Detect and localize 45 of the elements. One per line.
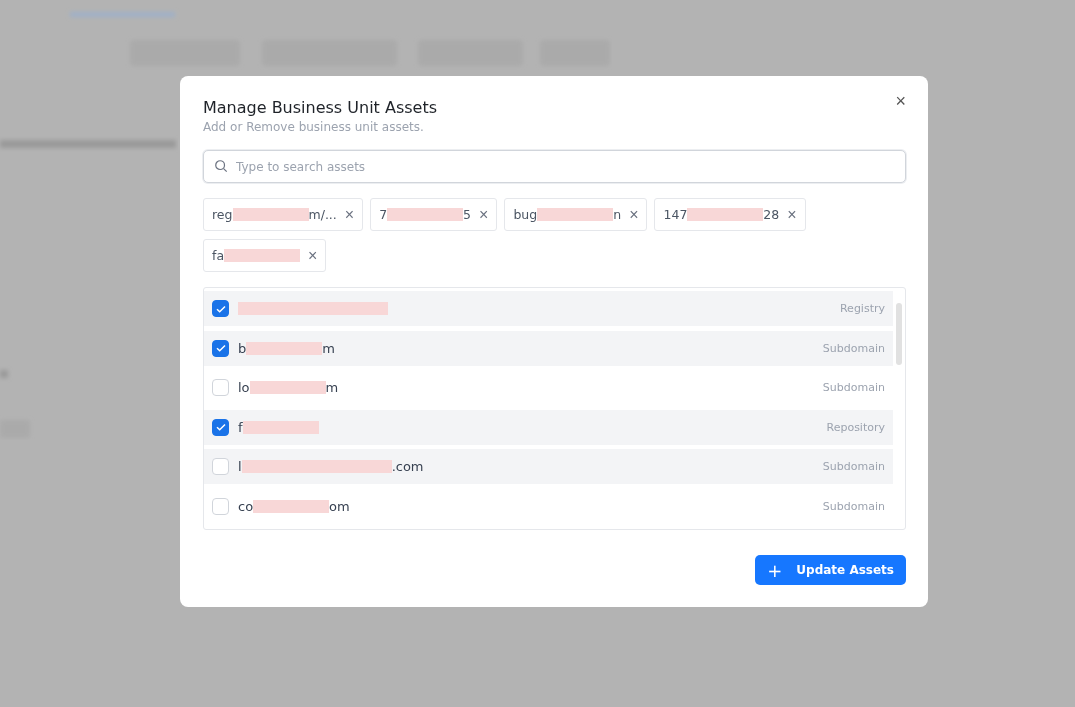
- asset-name: om: [329, 498, 350, 514]
- checkbox[interactable]: [212, 418, 229, 436]
- asset-row[interactable]: b m Subdomain: [204, 330, 893, 366]
- asset-name: m: [325, 380, 339, 395]
- asset-type: Repository: [826, 420, 885, 434]
- chip-text: 7: [379, 207, 388, 222]
- asset-name: lo: [238, 380, 250, 395]
- remove-button[interactable]: ×: [308, 247, 318, 264]
- check-icon: [214, 421, 227, 433]
- asset-name: .com: [391, 459, 424, 474]
- chip-text: 147: [663, 207, 688, 222]
- chip-text: 5: [463, 207, 472, 222]
- check-icon: [214, 342, 227, 354]
- asset-row[interactable]: co om Subdomain: [204, 488, 893, 524]
- remove-button[interactable]: ×: [479, 206, 489, 223]
- asset-type: Subdomain: [822, 460, 885, 473]
- checkbox[interactable]: [212, 339, 229, 357]
- asset-name: l: [238, 459, 242, 474]
- chip-text: m/...: [308, 207, 337, 222]
- asset-name: co: [238, 498, 254, 514]
- update-assets-button[interactable]: + Update Assets: [755, 555, 906, 585]
- asset-name: m: [322, 340, 335, 356]
- chip-text: fa: [212, 248, 225, 263]
- asset-name: b: [238, 340, 247, 356]
- remove-button[interactable]: ×: [629, 206, 639, 223]
- asset-name: f: [238, 419, 243, 435]
- dialog-subtitle: Add or Remove business unit assets.: [203, 120, 425, 134]
- asset-row[interactable]: lo m Subdomain: [204, 370, 893, 405]
- asset-type: Subdomain: [822, 499, 885, 513]
- asset-row[interactable]: l .com Subdomain: [204, 449, 893, 484]
- asset-type: Registry: [839, 302, 885, 315]
- asset-type: Subdomain: [822, 341, 885, 355]
- search-icon: [214, 159, 228, 173]
- asset-type: Subdomain: [822, 381, 885, 394]
- close-button[interactable]: ×: [895, 92, 906, 110]
- dialog-title: Manage Business Unit Assets: [203, 98, 437, 117]
- remove-button[interactable]: ×: [787, 206, 797, 223]
- search-field[interactable]: Type to search assets: [203, 150, 906, 183]
- chip-text: n: [613, 207, 622, 222]
- remove-button[interactable]: ×: [344, 206, 355, 223]
- chip-text: bug: [513, 207, 538, 222]
- chip-text: 28: [763, 207, 780, 222]
- checkbox[interactable]: [212, 300, 229, 317]
- chip-text: reg: [212, 207, 233, 222]
- asset-row[interactable]: f Repository: [204, 409, 893, 445]
